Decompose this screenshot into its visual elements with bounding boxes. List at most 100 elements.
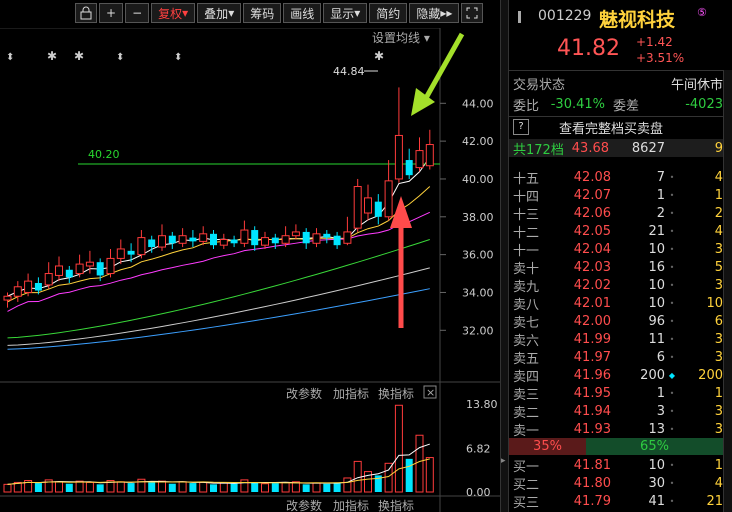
ask-level-row[interactable]: 十三 42.06 2 • 2 xyxy=(509,204,723,223)
overlay-button[interactable]: 叠加 ▾ xyxy=(197,3,242,23)
switch-indicator-button-2[interactable]: 换指标 xyxy=(378,498,414,512)
ask-level-row[interactable]: 卖六 41.99 11 • 3 xyxy=(509,330,723,349)
zoom-in-button[interactable]: + xyxy=(99,3,124,23)
marker-icon: ⬍ xyxy=(6,52,14,63)
volume-bar xyxy=(148,482,156,492)
change-amount: +1.42 xyxy=(636,35,673,49)
change-params-button-2[interactable]: 改参数 xyxy=(286,498,322,512)
ask-level-price: 42.03 xyxy=(573,259,611,275)
ask-level-row[interactable]: 十五 42.08 7 • 4 xyxy=(509,168,723,187)
bid-level-label: 买一 xyxy=(513,459,540,475)
volume-bar xyxy=(261,483,269,493)
ask-level-count: 3 xyxy=(714,421,723,437)
ask-level-row[interactable]: 卖十 42.03 16 • 5 xyxy=(509,258,723,277)
ask-level-volume: 200 xyxy=(640,367,665,383)
volume-bar xyxy=(168,483,176,492)
candle-body xyxy=(116,248,125,259)
ask-level-label: 卖九 xyxy=(513,279,540,295)
volume-bar xyxy=(116,481,125,493)
volume-bar xyxy=(291,481,300,493)
ratio-bar: 35% 65% xyxy=(509,438,723,455)
kline-chart[interactable]: 44.00 42.00 40.00 38.00 36.00 34.00 32.00 40.2… xyxy=(0,28,500,512)
ask-level-row[interactable]: 卖八 42.01 10 • 10 xyxy=(509,294,723,313)
ask-level-row[interactable]: 十二 42.05 21 • 4 xyxy=(509,222,723,241)
add-indicator-button[interactable]: 加指标 xyxy=(333,386,369,401)
chart-toolbar: + − 复权 ▾ 叠加 ▾ 筹码 画线 显示 ▾ 简约 隐藏 ▸▸ xyxy=(75,3,484,25)
lock-icon[interactable] xyxy=(75,3,97,23)
bid-level-count: 1 xyxy=(714,457,723,473)
dot-icon: • xyxy=(669,460,675,470)
add-indicator-button-2[interactable]: 加指标 xyxy=(333,498,369,512)
dot-icon: • xyxy=(669,226,675,236)
volume-bar xyxy=(240,479,249,493)
expand-icon[interactable] xyxy=(461,3,484,23)
candle-body xyxy=(85,261,94,267)
volume-bar xyxy=(137,478,146,493)
ask-level-row[interactable]: 卖一 41.93 13 • 3 xyxy=(509,420,723,439)
ask-level-volume: 6 xyxy=(656,349,665,365)
zoom-out-button[interactable]: − xyxy=(125,3,150,23)
candle-body xyxy=(343,231,352,244)
ask-level-label: 卖六 xyxy=(513,333,540,349)
candle-body xyxy=(148,239,156,248)
full-book-link[interactable]: 查看完整档买卖盘 xyxy=(559,118,663,137)
chips-button[interactable]: 筹码 xyxy=(243,3,282,23)
candle-body xyxy=(291,231,300,237)
ask-level-count: 1 xyxy=(714,187,723,203)
volume-bar xyxy=(405,458,413,492)
change-params-button[interactable]: 改参数 xyxy=(286,386,322,401)
side-scroll[interactable] xyxy=(723,70,732,512)
price-axis: 44.00 42.00 40.00 38.00 36.00 34.00 32.00 xyxy=(440,97,494,337)
ask-level-row[interactable]: 十一 42.04 10 • 3 xyxy=(509,240,723,259)
ask-level-row[interactable]: 卖九 42.02 10 • 3 xyxy=(509,276,723,295)
candle-body xyxy=(384,180,393,218)
green-arrow-icon xyxy=(411,32,465,116)
adjust-button[interactable]: 复权 ▾ xyxy=(151,3,196,23)
ask-level-volume: 2 xyxy=(656,205,665,221)
candle-body xyxy=(55,265,63,276)
weibi-value: -30.41% xyxy=(550,96,605,112)
dot-icon: • xyxy=(669,406,675,416)
ask-level-volume: 11 xyxy=(648,331,665,347)
ask-level-row[interactable]: 十四 42.07 1 • 1 xyxy=(509,186,723,205)
candle-body xyxy=(158,235,166,248)
dot-icon: • xyxy=(669,334,675,344)
full-book-row[interactable]: ? 查看完整档买卖盘 xyxy=(509,118,723,137)
marker-icon: ✱ xyxy=(47,49,57,63)
bid-level-row[interactable]: 买一 41.81 10 • 1 xyxy=(509,456,723,475)
bid-level-volume: 10 xyxy=(648,457,665,473)
menu-icon[interactable] xyxy=(515,10,525,24)
candle-body xyxy=(364,197,372,214)
ask-level-price: 42.01 xyxy=(573,295,611,311)
bid-level-row[interactable]: 买三 41.79 41 • 21 xyxy=(509,492,723,511)
draw-line-button[interactable]: 画线 xyxy=(283,3,322,23)
volume-bar xyxy=(251,482,259,492)
candle-body xyxy=(127,250,135,255)
ask-level-row[interactable]: 卖五 41.97 6 • 3 xyxy=(509,348,723,367)
volume-bar xyxy=(178,481,187,493)
settings-ma-link[interactable]: 设置均线 ▾ xyxy=(372,31,430,45)
ask-level-row[interactable]: 卖七 42.00 96 • 6 xyxy=(509,312,723,331)
dot-icon: • xyxy=(669,262,675,272)
ask-level-volume: 96 xyxy=(648,313,665,329)
ask-level-label: 卖五 xyxy=(513,351,540,367)
stock-name: 魅视科技 xyxy=(599,9,676,31)
display-button[interactable]: 显示 ▾ xyxy=(323,3,368,23)
moving-averages xyxy=(7,157,431,350)
bid-level-row[interactable]: 买二 41.80 30 • 4 xyxy=(509,474,723,493)
ask-level-price: 42.05 xyxy=(573,223,611,239)
simple-button[interactable]: 简约 xyxy=(369,3,408,23)
help-icon[interactable]: ? xyxy=(513,119,529,135)
ask-level-row[interactable]: 卖二 41.94 3 • 3 xyxy=(509,402,723,421)
dot-icon: • xyxy=(669,388,675,398)
candle-body xyxy=(394,134,403,180)
ask-level-row[interactable]: 卖四 41.96 200 ◆ 200 xyxy=(509,366,723,385)
volume-bar xyxy=(210,484,217,492)
marker-icon: ⬍ xyxy=(116,52,124,63)
volume-tick: 13.80 xyxy=(466,398,498,411)
ask-level-price: 42.02 xyxy=(573,277,611,293)
ask-level-row[interactable]: 卖三 41.95 1 • 1 xyxy=(509,384,723,403)
switch-indicator-button[interactable]: 换指标 xyxy=(378,386,414,401)
collapse-icon[interactable]: ▸ xyxy=(501,456,506,466)
hide-button[interactable]: 隐藏 ▸▸ xyxy=(409,3,460,23)
